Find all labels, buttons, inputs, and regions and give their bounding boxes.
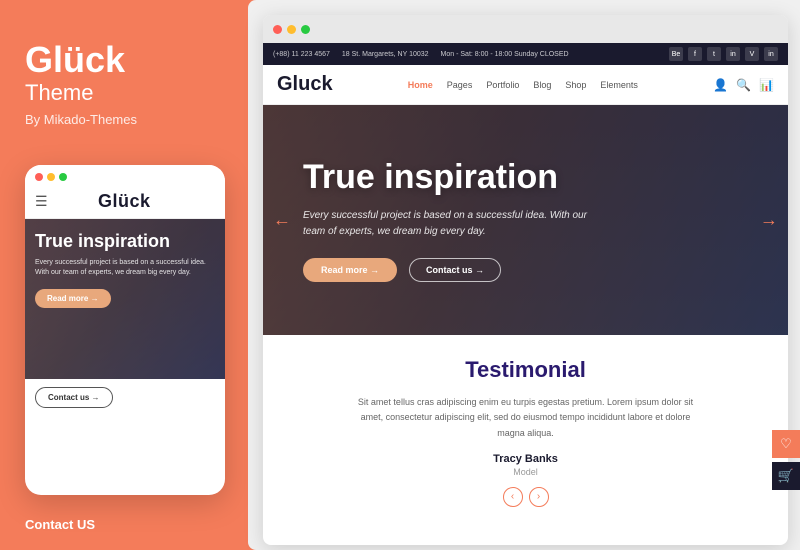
hero-title: True inspiration <box>303 158 748 197</box>
site-logo: Gluck <box>277 73 333 96</box>
social-icon-fb[interactable]: f <box>688 47 702 61</box>
person-icon[interactable]: 👤 <box>713 78 728 92</box>
nav-link-shop[interactable]: Shop <box>565 80 586 90</box>
right-floating-icons: ♡ 🛒 <box>772 430 800 490</box>
dot-red <box>35 173 43 181</box>
dot-yellow <box>47 173 55 181</box>
social-icon-v[interactable]: V <box>745 47 759 61</box>
mockup-logo: Glück <box>98 191 151 212</box>
desktop-browser: (+88) 11 223 4567 18 St. Margarets, NY 1… <box>263 15 788 545</box>
testimonial-author: Tracy Banks <box>303 453 748 465</box>
infobar-left: (+88) 11 223 4567 18 St. Margarets, NY 1… <box>273 51 569 58</box>
mockup-hero-title: True inspiration <box>35 231 215 253</box>
brand-by: By Mikado-Themes <box>25 112 137 127</box>
contact-us-label: Contact US <box>25 517 95 532</box>
testimonial-title: Testimonial <box>303 357 748 383</box>
readmore-button[interactable]: Read more → <box>303 258 397 282</box>
site-hero: ← True inspiration Every successful proj… <box>263 105 788 335</box>
hero-subtitle: Every successful project is based on a s… <box>303 208 603 240</box>
infobar-address: 18 St. Margarets, NY 10032 <box>342 51 429 58</box>
mockup-hero: True inspiration Every successful projec… <box>25 219 225 379</box>
browser-dot-yellow <box>287 25 296 34</box>
infobar-hours: Mon - Sat: 8:00 - 18:00 Sunday CLOSED <box>441 51 569 58</box>
float-icon-cart[interactable]: 🛒 <box>772 462 800 490</box>
hamburger-icon[interactable]: ☰ <box>35 193 48 210</box>
testimonial-prev-button[interactable]: ‹ <box>503 487 523 507</box>
site-navbar: Gluck Home Pages Portfolio Blog Shop Ele… <box>263 65 788 105</box>
mobile-mockup: ☰ Glück True inspiration Every successfu… <box>25 165 225 495</box>
brand-name: Glück <box>25 40 125 80</box>
browser-dot-green <box>301 25 310 34</box>
mockup-contact-area: Contact us → <box>25 379 225 416</box>
left-panel: Glück Theme By Mikado-Themes ☰ Glück Tru… <box>0 0 248 550</box>
nav-link-pages[interactable]: Pages <box>447 80 473 90</box>
mockup-header: ☰ Glück <box>25 187 225 219</box>
mockup-contact-button[interactable]: Contact us → <box>35 387 113 408</box>
testimonial-nav: ‹ › <box>303 487 748 507</box>
float-icon-heart[interactable]: ♡ <box>772 430 800 458</box>
right-panel: (+88) 11 223 4567 18 St. Margarets, NY 1… <box>248 0 800 550</box>
testimonial-role: Model <box>303 467 748 477</box>
testimonial-text: Sit amet tellus cras adipiscing enim eu … <box>356 395 696 441</box>
browser-topbar <box>263 15 788 43</box>
site-infobar: (+88) 11 223 4567 18 St. Margarets, NY 1… <box>263 43 788 65</box>
site-nav-icons: 👤 🔍 📊 <box>713 78 774 92</box>
testimonial-next-button[interactable]: › <box>529 487 549 507</box>
social-icon-li[interactable]: in <box>764 47 778 61</box>
bars-icon[interactable]: 📊 <box>759 78 774 92</box>
social-icon-tw[interactable]: t <box>707 47 721 61</box>
mockup-readmore-button[interactable]: Read more → <box>35 289 111 308</box>
brand-subtitle: Theme <box>25 80 93 106</box>
mockup-hero-text: Every successful project is based on a s… <box>35 258 215 278</box>
infobar-phone: (+88) 11 223 4567 <box>273 51 330 58</box>
nav-link-blog[interactable]: Blog <box>533 80 551 90</box>
nav-link-elements[interactable]: Elements <box>600 80 638 90</box>
hero-buttons: Read more → Contact us → <box>303 258 748 282</box>
nav-link-home[interactable]: Home <box>408 80 433 90</box>
social-icon-be[interactable]: Be <box>669 47 683 61</box>
site-nav-links: Home Pages Portfolio Blog Shop Elements <box>408 80 638 90</box>
site-testimonial: Testimonial Sit amet tellus cras adipisc… <box>263 335 788 525</box>
hero-arrow-right[interactable]: → <box>760 210 778 231</box>
social-icon-ig[interactable]: in <box>726 47 740 61</box>
search-icon[interactable]: 🔍 <box>736 78 751 92</box>
dot-green <box>59 173 67 181</box>
browser-dot-red <box>273 25 282 34</box>
nav-link-portfolio[interactable]: Portfolio <box>486 80 519 90</box>
infobar-socials: Be f t in V in <box>669 47 778 61</box>
mockup-window-dots <box>25 165 225 187</box>
contact-button[interactable]: Contact us → <box>409 258 501 282</box>
hero-arrow-left[interactable]: ← <box>273 210 291 231</box>
